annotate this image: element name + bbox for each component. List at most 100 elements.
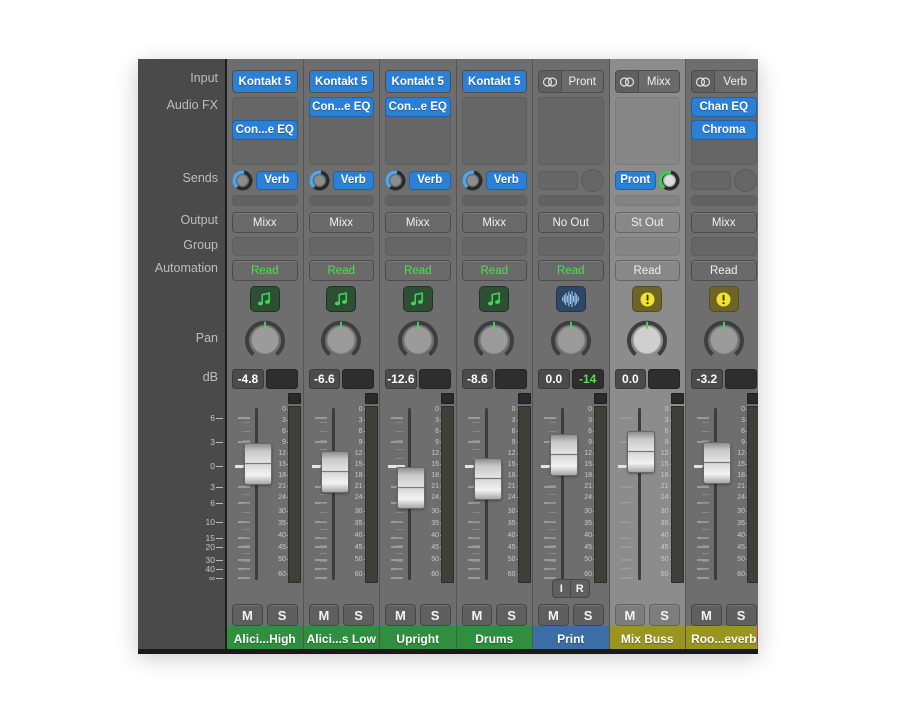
send-slot-empty[interactable]: [614, 195, 680, 206]
track-name-button[interactable]: Upright: [380, 626, 456, 651]
input-label[interactable]: Kontakt 5: [309, 71, 373, 92]
send-slot-empty[interactable]: [538, 195, 604, 206]
automation-mode-button[interactable]: Read: [614, 260, 680, 281]
automation-mode-button[interactable]: Read: [538, 260, 604, 281]
output-slot[interactable]: Mixx: [232, 212, 298, 233]
input-slot[interactable]: Mixx: [614, 70, 680, 93]
volume-value[interactable]: -3.2: [691, 369, 723, 389]
input-label[interactable]: Kontakt 5: [386, 71, 450, 92]
mute-button[interactable]: M: [538, 604, 569, 626]
input-label[interactable]: Kontakt 5: [462, 71, 526, 92]
volume-value[interactable]: 0.0: [538, 369, 570, 389]
fader-handle[interactable]: [244, 443, 272, 486]
input-label[interactable]: Pront: [562, 71, 603, 92]
volume-value[interactable]: -8.6: [461, 369, 494, 389]
meter-clip-indicator[interactable]: [441, 393, 454, 404]
music-note-icon[interactable]: [326, 286, 357, 312]
pan-knob[interactable]: [242, 317, 288, 363]
send-slot[interactable]: Verb: [409, 170, 451, 190]
volume-fader[interactable]: [540, 404, 578, 584]
volume-fader[interactable]: [234, 404, 272, 584]
exclamation-icon[interactable]: [632, 286, 663, 312]
send-slot-empty[interactable]: [691, 195, 757, 206]
automation-mode-button[interactable]: Read: [461, 260, 527, 281]
volume-value[interactable]: 0.0: [614, 369, 647, 389]
input-slot[interactable]: Kontakt 5: [385, 70, 451, 93]
output-slot[interactable]: St Out: [614, 212, 680, 233]
send-level-knob[interactable]: [733, 168, 757, 192]
input-slot[interactable]: Verb: [691, 70, 757, 93]
mute-button[interactable]: M: [691, 604, 722, 626]
automation-mode-button[interactable]: Read: [308, 260, 374, 281]
audio-fx-slot[interactable]: Chroma: [691, 120, 757, 140]
send-level-knob[interactable]: [658, 169, 680, 191]
send-slot-empty[interactable]: [308, 195, 374, 206]
meter-clip-indicator[interactable]: [364, 393, 378, 404]
music-note-icon[interactable]: [402, 286, 433, 312]
output-slot[interactable]: Mixx: [691, 212, 757, 233]
channel-strip[interactable]: Verb Chan EQ Chroma Mixx Read -3.2 0 3 6 9 12 15 18 2…: [686, 59, 758, 651]
audio-fx-slot[interactable]: Con...e EQ: [308, 97, 374, 117]
input-slot[interactable]: Kontakt 5: [308, 70, 374, 93]
pan-knob[interactable]: [624, 317, 670, 363]
send-level-knob[interactable]: [308, 169, 330, 191]
pan-knob[interactable]: [318, 317, 364, 363]
meter-clip-indicator[interactable]: [288, 393, 301, 404]
channel-strip[interactable]: Kontakt 5 Verb Mixx Read -8.6 0 3 6 9 12 15 18 21 24 3…: [456, 59, 533, 651]
channel-strip[interactable]: Kontakt 5 Con...e EQ Verb Mixx Read -4.8 0 3 6 9 1…: [227, 59, 304, 651]
input-label[interactable]: Mixx: [639, 71, 680, 92]
input-slot[interactable]: Kontakt 5: [232, 70, 298, 93]
volume-fader[interactable]: [387, 404, 425, 584]
pan-knob[interactable]: [471, 317, 517, 363]
output-slot[interactable]: Mixx: [461, 212, 527, 233]
waveform-icon[interactable]: [555, 286, 586, 312]
track-name-button[interactable]: Print: [533, 626, 609, 651]
group-slot[interactable]: [232, 237, 298, 256]
audio-fx-slot[interactable]: Chan EQ: [691, 97, 757, 117]
group-slot[interactable]: [461, 237, 527, 256]
send-level-knob[interactable]: [232, 169, 253, 191]
volume-fader[interactable]: [693, 404, 731, 584]
fader-handle[interactable]: [320, 450, 349, 493]
fader-handle[interactable]: [397, 466, 425, 509]
volume-value[interactable]: -12.6: [385, 369, 417, 389]
mute-button[interactable]: M: [385, 604, 416, 626]
volume-value[interactable]: -4.8: [232, 369, 264, 389]
volume-value[interactable]: -6.6: [308, 369, 341, 389]
output-slot[interactable]: No Out: [538, 212, 604, 233]
track-name-button[interactable]: Roo...everb: [686, 626, 758, 651]
channel-strip[interactable]: Pront No Out Read 0.0 -14 0 3 6 9 12 15 18 21 24 30 35 4…: [533, 59, 610, 651]
channel-strip[interactable]: Kontakt 5 Con...e EQ Verb Mixx Read -12.6 0 3 6 9…: [380, 59, 457, 651]
send-slot[interactable]: Verb: [485, 170, 527, 190]
send-slot-empty[interactable]: [232, 195, 298, 206]
group-slot[interactable]: [538, 237, 604, 256]
track-name-button[interactable]: Alici...High: [227, 626, 303, 651]
mute-button[interactable]: M: [308, 604, 340, 626]
input-slot[interactable]: Kontakt 5: [461, 70, 527, 93]
exclamation-icon[interactable]: [708, 286, 739, 312]
peak-value[interactable]: [495, 369, 527, 389]
meter-clip-indicator[interactable]: [747, 393, 758, 404]
track-name-button[interactable]: Alici...s Low: [303, 626, 379, 651]
solo-button[interactable]: S: [343, 604, 374, 626]
mute-button[interactable]: M: [461, 604, 493, 626]
mute-button[interactable]: M: [614, 604, 646, 626]
volume-fader[interactable]: [464, 404, 502, 584]
group-slot[interactable]: [614, 237, 680, 256]
input-label[interactable]: Kontakt 5: [233, 71, 297, 92]
send-slot[interactable]: Pront: [614, 170, 656, 190]
send-slot[interactable]: [691, 170, 731, 190]
send-level-knob[interactable]: [580, 168, 604, 192]
group-slot[interactable]: [308, 237, 374, 256]
volume-fader[interactable]: [311, 404, 349, 584]
solo-button[interactable]: S: [496, 604, 527, 626]
fader-handle[interactable]: [703, 441, 731, 484]
group-slot[interactable]: [691, 237, 757, 256]
input-label[interactable]: Verb: [715, 71, 756, 92]
music-note-icon[interactable]: [249, 286, 280, 312]
pan-knob[interactable]: [395, 317, 441, 363]
fader-handle[interactable]: [626, 430, 655, 473]
automation-mode-button[interactable]: Read: [232, 260, 298, 281]
track-name-button[interactable]: Drums: [456, 626, 532, 651]
automation-mode-button[interactable]: Read: [385, 260, 451, 281]
